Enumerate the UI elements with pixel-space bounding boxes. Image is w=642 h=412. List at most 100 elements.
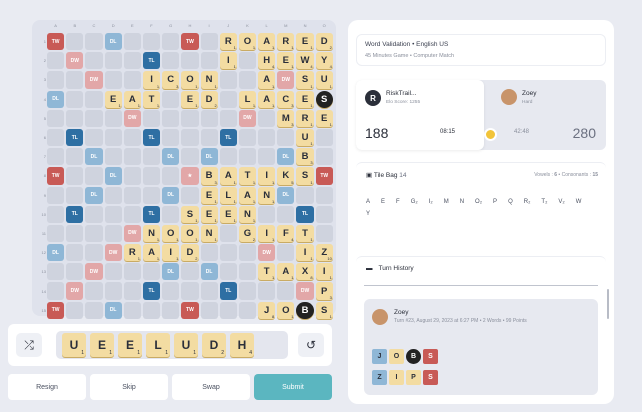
- placed-tile[interactable]: I1: [258, 167, 276, 185]
- placed-tile[interactable]: B3: [296, 148, 314, 166]
- board-square[interactable]: [142, 109, 161, 127]
- board-square[interactable]: [181, 109, 199, 127]
- placed-tile[interactable]: N1: [258, 186, 276, 204]
- board-square[interactable]: [66, 71, 84, 89]
- board-square[interactable]: [200, 244, 218, 262]
- premium-square-dl[interactable]: DL: [47, 90, 65, 108]
- premium-square-tl[interactable]: TL: [219, 282, 237, 300]
- board-square[interactable]: [142, 301, 161, 319]
- shuffle-button[interactable]: ⤮: [16, 333, 42, 357]
- board-square[interactable]: [123, 148, 141, 166]
- board-square[interactable]: [238, 148, 257, 166]
- board-square[interactable]: [85, 167, 103, 185]
- placed-tile[interactable]: C3: [277, 90, 295, 108]
- placed-tile[interactable]: N1: [200, 224, 218, 243]
- board-square[interactable]: [66, 224, 84, 243]
- premium-square-dw[interactable]: DW: [123, 109, 141, 127]
- board-square[interactable]: [123, 301, 141, 319]
- board-square[interactable]: [66, 244, 84, 262]
- board-square[interactable]: [85, 33, 103, 51]
- board-square[interactable]: [85, 205, 103, 223]
- board-square[interactable]: [66, 90, 84, 108]
- board-square[interactable]: [238, 128, 257, 147]
- placed-tile[interactable]: O1: [238, 33, 257, 51]
- placed-tile[interactable]: T1: [142, 90, 161, 108]
- placed-tile[interactable]: E1: [200, 205, 218, 223]
- board-square[interactable]: [85, 90, 103, 108]
- board-square[interactable]: [104, 148, 122, 166]
- premium-square-tw[interactable]: TW: [47, 167, 65, 185]
- board-square[interactable]: [123, 282, 141, 300]
- placed-tile[interactable]: S1: [181, 205, 199, 223]
- board-square[interactable]: [258, 282, 276, 300]
- board-square[interactable]: [123, 128, 141, 147]
- premium-square-dw[interactable]: DW: [238, 109, 257, 127]
- board-square[interactable]: [238, 263, 257, 281]
- skip-button[interactable]: Skip: [90, 374, 168, 400]
- submit-button[interactable]: Submit: [254, 374, 332, 400]
- placed-tile[interactable]: O1: [181, 224, 199, 243]
- board-square[interactable]: [181, 186, 199, 204]
- placed-tile[interactable]: D2: [181, 244, 199, 262]
- board-square[interactable]: [47, 52, 65, 70]
- board-square[interactable]: [219, 301, 237, 319]
- board-square[interactable]: [123, 205, 141, 223]
- board-square[interactable]: [277, 128, 295, 147]
- board-square[interactable]: [219, 263, 237, 281]
- placed-tile[interactable]: S: [315, 90, 333, 108]
- board-square[interactable]: [85, 128, 103, 147]
- premium-square-dl[interactable]: DL: [104, 301, 122, 319]
- placed-tile[interactable]: X8: [296, 263, 314, 281]
- placed-tile[interactable]: U1: [315, 71, 333, 89]
- premium-square-tl[interactable]: TL: [142, 52, 161, 70]
- board-square[interactable]: [181, 282, 199, 300]
- placed-tile[interactable]: H4: [258, 52, 276, 70]
- premium-square-dl[interactable]: DL: [85, 148, 103, 166]
- board-square[interactable]: [47, 186, 65, 204]
- placed-tile[interactable]: E1: [296, 90, 314, 108]
- board-square[interactable]: [123, 33, 141, 51]
- placed-tile[interactable]: N1: [200, 71, 218, 89]
- board-square[interactable]: [85, 224, 103, 243]
- board-square[interactable]: [315, 205, 333, 223]
- premium-square-tl[interactable]: TL: [219, 128, 237, 147]
- board-square[interactable]: [238, 282, 257, 300]
- board-square[interactable]: [47, 224, 65, 243]
- premium-square-tw[interactable]: TW: [315, 167, 333, 185]
- placed-tile[interactable]: K5: [277, 167, 295, 185]
- board-square[interactable]: [181, 128, 199, 147]
- board-square[interactable]: [200, 128, 218, 147]
- board-square[interactable]: [104, 205, 122, 223]
- board-square[interactable]: [66, 167, 84, 185]
- placed-tile[interactable]: R1: [296, 109, 314, 127]
- premium-square-dw[interactable]: DW: [277, 71, 295, 89]
- board-square[interactable]: [66, 148, 84, 166]
- premium-square-dw[interactable]: DW: [66, 282, 84, 300]
- placed-tile[interactable]: E1: [277, 52, 295, 70]
- tile-rack[interactable]: U1E1E1L1U1D2H4: [56, 331, 288, 359]
- placed-tile[interactable]: P3: [315, 282, 333, 300]
- placed-tile[interactable]: A1: [258, 71, 276, 89]
- board-square[interactable]: [104, 263, 122, 281]
- placed-tile[interactable]: T1: [238, 167, 257, 185]
- premium-square-tl[interactable]: TL: [66, 128, 84, 147]
- placed-tile[interactable]: E1: [181, 90, 199, 108]
- premium-square-dl[interactable]: DL: [47, 244, 65, 262]
- premium-square-tw[interactable]: TW: [47, 301, 65, 319]
- placed-tile[interactable]: M3: [277, 109, 295, 127]
- board-square[interactable]: [47, 205, 65, 223]
- placed-tile[interactable]: D2: [200, 90, 218, 108]
- placed-tile[interactable]: E1: [104, 90, 122, 108]
- board-square[interactable]: [47, 109, 65, 127]
- board-square[interactable]: [200, 33, 218, 51]
- swap-button[interactable]: Swap: [172, 374, 250, 400]
- placed-tile[interactable]: L1: [238, 90, 257, 108]
- placed-tile[interactable]: I1: [258, 224, 276, 243]
- placed-tile[interactable]: Y4: [315, 52, 333, 70]
- board-square[interactable]: [162, 205, 180, 223]
- board-square[interactable]: [238, 52, 257, 70]
- placed-tile[interactable]: A1: [123, 90, 141, 108]
- rack-tile[interactable]: E1: [118, 333, 142, 357]
- board-square[interactable]: [277, 205, 295, 223]
- placed-tile[interactable]: A1: [258, 90, 276, 108]
